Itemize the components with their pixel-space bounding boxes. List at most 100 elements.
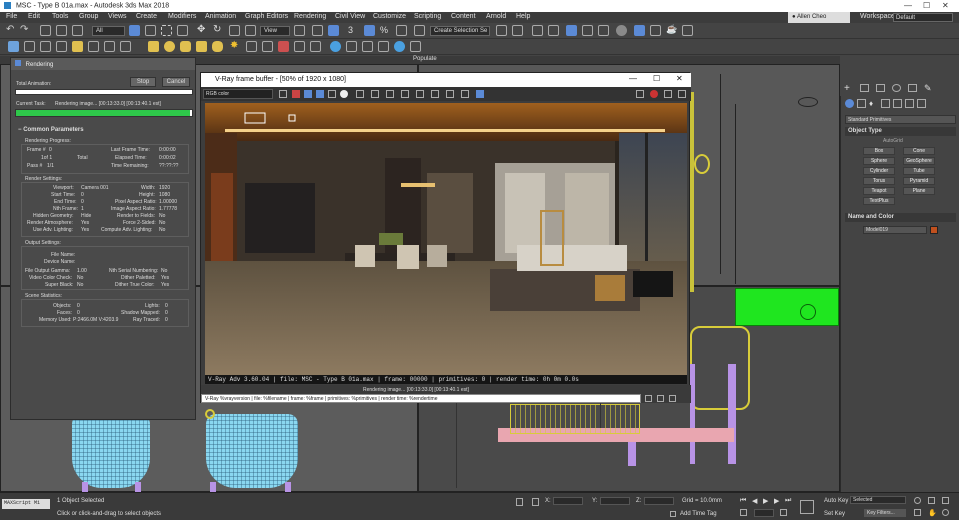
key-filters-button[interactable]: Key Filters... [864, 509, 906, 517]
selected-dropdown[interactable]: Selected [850, 496, 906, 504]
menu-tools[interactable]: Tools [52, 13, 68, 20]
toolbar2-icon-1[interactable] [8, 41, 19, 52]
shapes-cat-icon[interactable] [857, 99, 866, 108]
common-params-rollout[interactable]: − Common Parameters [15, 126, 193, 136]
menu-civil-view[interactable]: Civil View [335, 13, 365, 20]
select-object-icon[interactable] [129, 25, 140, 36]
zoom-extents-icon[interactable] [942, 497, 949, 504]
lock-selection-icon[interactable] [516, 498, 523, 506]
textplus-button[interactable]: TextPlus [863, 197, 895, 205]
zoom-icon[interactable] [914, 497, 921, 504]
orbit-icon[interactable] [942, 509, 949, 516]
menu-arnold[interactable]: Arnold [486, 13, 506, 20]
plane-button[interactable]: Plane [903, 187, 935, 195]
toolbar2-icon-22[interactable] [378, 41, 389, 52]
teapot-prim-icon[interactable] [212, 41, 223, 52]
edit-named-sel-icon[interactable] [414, 25, 425, 36]
undo-icon[interactable]: ↶ [6, 24, 17, 35]
tube-button[interactable]: Tube [903, 167, 935, 175]
plane-prim-icon[interactable] [196, 41, 207, 52]
hierarchy-tab-icon[interactable] [876, 84, 885, 92]
stamp-toggle-icon[interactable] [645, 395, 652, 402]
menu-rendering[interactable]: Rendering [294, 13, 326, 20]
menu-group[interactable]: Group [79, 13, 98, 20]
goto-end-icon[interactable]: ⏭ [785, 497, 791, 505]
toolbar2-icon-20[interactable] [346, 41, 357, 52]
vfb-tool-7-icon[interactable] [446, 90, 454, 98]
set-key-button[interactable]: Set Key [824, 511, 845, 517]
pyramid-button[interactable]: Pyramid [903, 177, 935, 185]
menu-file[interactable]: File [6, 13, 17, 20]
menu-edit[interactable]: Edit [28, 13, 40, 20]
pivot-center-icon[interactable] [294, 25, 305, 36]
stamp-font-icon[interactable] [657, 395, 664, 402]
helpers-cat-icon[interactable] [893, 99, 902, 108]
select-by-name-icon[interactable] [145, 25, 156, 36]
primitive-type-dropdown[interactable]: Standard Primitives [845, 115, 956, 124]
toolbar2-icon-6[interactable] [88, 41, 99, 52]
stamp-align-icon[interactable] [669, 395, 676, 402]
unlink-icon[interactable] [56, 25, 67, 36]
object-name-field[interactable]: Model019 [863, 226, 927, 234]
modify-tab-icon[interactable] [860, 84, 869, 92]
bind-space-warp-icon[interactable] [72, 25, 83, 36]
object-type-header[interactable]: Object Type [845, 127, 956, 136]
render-iterative-icon[interactable] [682, 25, 693, 36]
workspace-dropdown[interactable]: Default [893, 13, 953, 22]
sphere-button[interactable]: Sphere [863, 157, 895, 165]
z-coord-field[interactable] [644, 497, 674, 505]
render-production-icon[interactable]: ☕ [666, 24, 677, 35]
torus-button[interactable]: Torus [863, 177, 895, 185]
menu-scripting[interactable]: Scripting [414, 13, 441, 20]
menu-animation[interactable]: Animation [205, 13, 236, 20]
toolbar2-icon-2[interactable] [24, 41, 35, 52]
menu-content[interactable]: Content [451, 13, 476, 20]
autogrid-checkbox[interactable]: AutoGrid [883, 138, 903, 144]
vfb-close-button[interactable]: ✕ [676, 74, 683, 83]
vfb-tool-9-icon[interactable] [476, 90, 484, 98]
select-manipulate-icon[interactable] [312, 25, 323, 36]
mono-icon[interactable] [340, 90, 348, 98]
toolbar2-icon-23[interactable] [394, 41, 405, 52]
spinner-snap-icon[interactable] [396, 25, 407, 36]
object-color-swatch[interactable] [930, 226, 938, 234]
rendered-image[interactable] [205, 103, 687, 375]
cancel-button[interactable]: Cancel [162, 77, 190, 87]
selection-filter-dropdown[interactable]: All [92, 26, 125, 36]
absolute-mode-icon[interactable] [532, 498, 539, 506]
menu-views[interactable]: Views [108, 13, 127, 20]
rendered-frame-window-icon[interactable] [650, 25, 661, 36]
toggle-ribbon-icon[interactable] [566, 25, 577, 36]
utilities-tab-icon[interactable]: ✎ [924, 83, 932, 94]
goto-start-icon[interactable]: ⏮ [740, 497, 746, 505]
create-tab-icon[interactable]: + [844, 83, 850, 94]
rect-selection-icon[interactable] [161, 25, 172, 36]
toolbar2-icon-19[interactable] [330, 41, 341, 52]
toolbar2-icon-3[interactable] [40, 41, 51, 52]
geometry-cat-icon[interactable] [845, 99, 854, 108]
populate-tab[interactable]: Populate [413, 56, 437, 62]
toolbar2-icon-24[interactable] [410, 41, 421, 52]
vfb-maximize-button[interactable]: ☐ [653, 74, 660, 83]
stop-render-icon[interactable] [650, 90, 658, 98]
mirror-icon[interactable] [496, 25, 507, 36]
menu-create[interactable]: Create [136, 13, 157, 20]
save-image-icon[interactable] [279, 90, 287, 98]
keyboard-shortcut-icon[interactable] [328, 25, 339, 36]
maxscript-listener[interactable]: MAXScript Mi [2, 499, 50, 509]
align-icon[interactable] [512, 25, 523, 36]
frame-field[interactable] [754, 509, 774, 517]
menu-modifiers[interactable]: Modifiers [168, 13, 196, 20]
blue-chair-right[interactable] [206, 414, 298, 488]
move-icon[interactable]: ✥ [197, 24, 208, 35]
render-teapot-icon[interactable] [664, 90, 672, 98]
add-time-tag[interactable]: Add Time Tag [680, 511, 717, 517]
toggle-scene-explorer-icon[interactable] [532, 25, 543, 36]
region-render-icon[interactable] [636, 90, 644, 98]
menu-graph-editors[interactable]: Graph Editors [245, 13, 288, 20]
spacewarps-cat-icon[interactable] [905, 99, 914, 108]
teapot-button[interactable]: Teapot [863, 187, 895, 195]
sphere-prim-icon[interactable] [164, 41, 175, 52]
toolbar2-icon-7[interactable] [104, 41, 115, 52]
toolbar2-icon-8[interactable] [120, 41, 131, 52]
